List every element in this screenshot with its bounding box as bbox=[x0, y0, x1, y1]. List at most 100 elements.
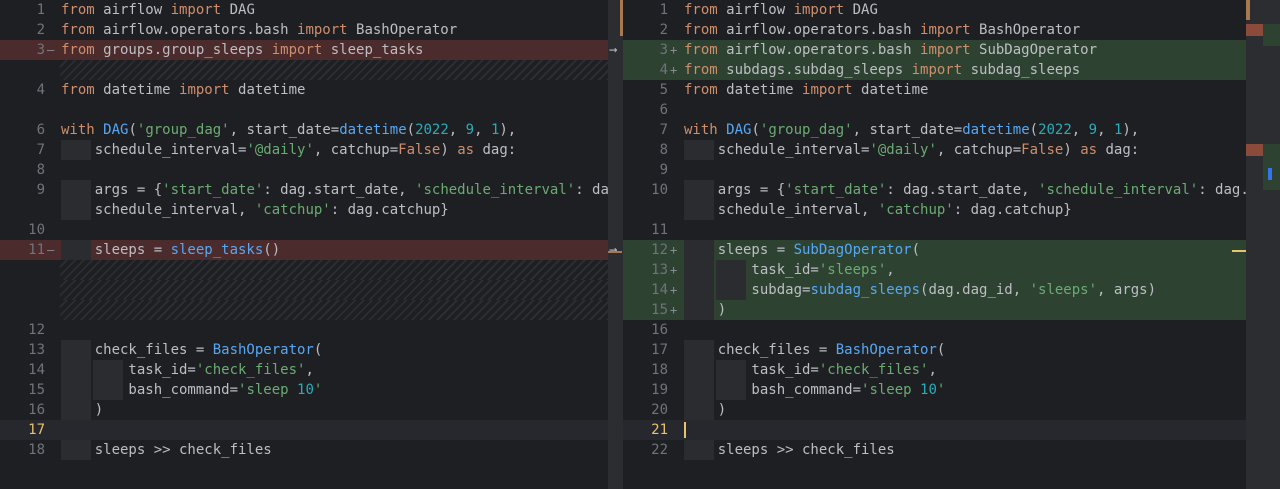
added-marker: + bbox=[670, 263, 678, 277]
code-text: from airflow import DAG bbox=[61, 2, 255, 18]
line-number: 16 bbox=[651, 322, 668, 338]
line-number: 4 bbox=[36, 82, 45, 98]
code-text: task_id='sleeps', bbox=[684, 262, 895, 278]
code-text: with DAG('group_dag', start_date=datetim… bbox=[61, 122, 517, 138]
line-number: 6 bbox=[659, 102, 668, 118]
code-line[interactable]: 7 with DAG('group_dag', start_date=dateti… bbox=[623, 120, 1246, 140]
code-line[interactable]: 16 ) bbox=[0, 400, 608, 420]
code-line[interactable]: 15 + ) bbox=[623, 300, 1246, 320]
code-line[interactable]: 4 from datetime import datetime bbox=[0, 80, 608, 100]
code-text: task_id='check_files', bbox=[684, 362, 937, 378]
code-line[interactable]: 8 schedule_interval='@daily', catchup=Fa… bbox=[623, 140, 1246, 160]
line-number: 14 bbox=[28, 362, 45, 378]
code-text: schedule_interval, 'catchup': dag.catchu… bbox=[684, 202, 1072, 218]
code-line[interactable]: 1 from airflow import DAG bbox=[623, 0, 1246, 20]
line-number: 1 bbox=[659, 2, 668, 18]
line-number: 9 bbox=[659, 162, 668, 178]
change-marker bbox=[1246, 24, 1263, 36]
code-line[interactable]: 6 bbox=[623, 100, 1246, 120]
code-line[interactable]: 2 from airflow.operators.bash import Bash… bbox=[0, 20, 608, 40]
code-text: subdag=subdag_sleeps(dag.dag_id, 'sleeps… bbox=[684, 282, 1157, 298]
code-text: bash_command='sleep 10' bbox=[684, 382, 946, 398]
code-line[interactable]: 14 task_id='check_files', bbox=[0, 360, 608, 380]
code-text: from subdags.subdag_sleeps import subdag… bbox=[684, 62, 1081, 78]
code-line[interactable]: 11— sleeps = sleep_tasks() bbox=[0, 240, 608, 260]
left-editor-pane[interactable]: 1 from airflow import DAG 2 from airflow.op… bbox=[0, 0, 608, 489]
code-line[interactable]: schedule_interval, 'catchup': dag.catchu… bbox=[623, 200, 1246, 220]
right-editor-pane[interactable]: 1 from airflow import DAG 2 from airflow.op… bbox=[623, 0, 1246, 489]
code-text: sleeps >> check_files bbox=[61, 442, 272, 458]
code-line[interactable]: 17 check_files = BashOperator( bbox=[623, 340, 1246, 360]
code-line[interactable]: 20 ) bbox=[623, 400, 1246, 420]
line-number: 9 bbox=[36, 182, 45, 198]
line-number: 5 bbox=[659, 82, 668, 98]
line-number: 13 bbox=[28, 342, 45, 358]
code-line[interactable]: 3— from groups.group_sleeps import sleep_… bbox=[0, 40, 608, 60]
code-line[interactable]: 4 + from subdags.subdag_sleeps import subd… bbox=[623, 60, 1246, 80]
warning-marker bbox=[1232, 250, 1246, 252]
code-line[interactable]: 21 bbox=[623, 420, 1246, 440]
typo-marker bbox=[1268, 168, 1272, 180]
code-text: sleeps >> check_files bbox=[684, 442, 895, 458]
line-number: 15 bbox=[651, 302, 668, 318]
code-text: sleeps = SubDagOperator( bbox=[684, 242, 921, 258]
line-number: 18 bbox=[651, 362, 668, 378]
code-line[interactable]: 2 from airflow.operators.bash import Bash… bbox=[623, 20, 1246, 40]
line-number: 11 bbox=[651, 222, 668, 238]
text-caret bbox=[684, 422, 686, 438]
code-line[interactable]: 12 + sleeps = SubDagOperator( bbox=[623, 240, 1246, 260]
added-marker: + bbox=[670, 243, 678, 257]
code-text: from airflow import DAG bbox=[684, 2, 878, 18]
code-line[interactable]: 12 bbox=[0, 320, 608, 340]
arrow-right-icon[interactable]: → bbox=[609, 40, 617, 60]
code-text: check_files = BashOperator( bbox=[684, 342, 946, 358]
code-line[interactable]: 5 from datetime import datetime bbox=[623, 80, 1246, 100]
code-line[interactable]: 10 args = {'start_date': dag.start_date,… bbox=[623, 180, 1246, 200]
code-line[interactable]: 22 sleeps >> check_files bbox=[623, 440, 1246, 460]
code-line[interactable]: 9 bbox=[623, 160, 1246, 180]
missing-lines-filler bbox=[60, 300, 608, 320]
code-text: schedule_interval='@daily', catchup=Fals… bbox=[684, 142, 1140, 158]
deleted-marker: — bbox=[47, 43, 55, 57]
code-text: task_id='check_files', bbox=[61, 362, 314, 378]
missing-lines-filler bbox=[60, 280, 608, 300]
code-line[interactable]: 13 check_files = BashOperator( bbox=[0, 340, 608, 360]
error-stripe[interactable] bbox=[1232, 0, 1280, 489]
missing-lines-filler bbox=[60, 60, 608, 80]
code-line[interactable]: 16 bbox=[623, 320, 1246, 340]
deleted-marker: — bbox=[47, 243, 55, 257]
code-text: from airflow.operators.bash import BashO… bbox=[61, 22, 458, 38]
line-number: 20 bbox=[651, 402, 668, 418]
line-number: 6 bbox=[36, 122, 45, 138]
added-marker: + bbox=[670, 303, 678, 317]
code-text: ) bbox=[61, 402, 104, 418]
code-line[interactable]: 19 bash_command='sleep 10' bbox=[623, 380, 1246, 400]
code-line[interactable]: 3 + from airflow.operators.bash import Sub… bbox=[623, 40, 1246, 60]
code-line[interactable]: 1 from airflow import DAG bbox=[0, 0, 608, 20]
line-number: 10 bbox=[28, 222, 45, 238]
line-number: 8 bbox=[659, 142, 668, 158]
code-line[interactable]: 18 task_id='check_files', bbox=[623, 360, 1246, 380]
change-marker bbox=[1246, 144, 1263, 156]
code-line[interactable]: 8 bbox=[0, 160, 608, 180]
arrow-right-icon[interactable]: → bbox=[609, 240, 617, 260]
line-number: 12 bbox=[651, 242, 668, 258]
code-line[interactable]: 14 + subdag=subdag_sleeps(dag.dag_id, 'sl… bbox=[623, 280, 1246, 300]
code-line[interactable]: schedule_interval, 'catchup': dag.catchu… bbox=[0, 200, 608, 220]
code-text: sleeps = sleep_tasks() bbox=[61, 242, 281, 258]
code-line[interactable]: 9 args = {'start_date': dag.start_date, … bbox=[0, 180, 608, 200]
code-text: with DAG('group_dag', start_date=datetim… bbox=[684, 122, 1140, 138]
code-line[interactable]: 7 schedule_interval='@daily', catchup=Fa… bbox=[0, 140, 608, 160]
code-line[interactable]: 11 bbox=[623, 220, 1246, 240]
code-line[interactable]: 10 bbox=[0, 220, 608, 240]
line-number: 15 bbox=[28, 382, 45, 398]
code-line[interactable]: 18 sleeps >> check_files bbox=[0, 440, 608, 460]
code-line[interactable]: 6 with DAG('group_dag', start_date=dateti… bbox=[0, 120, 608, 140]
code-line[interactable]: 15 bash_command='sleep 10' bbox=[0, 380, 608, 400]
code-line[interactable]: 13 + task_id='sleeps', bbox=[623, 260, 1246, 280]
code-line[interactable]: 17 bbox=[0, 420, 608, 440]
code-text: ) bbox=[684, 302, 727, 318]
line-number: 13 bbox=[651, 262, 668, 278]
line-number: 4 bbox=[659, 62, 668, 78]
change-marker bbox=[1263, 24, 1280, 46]
